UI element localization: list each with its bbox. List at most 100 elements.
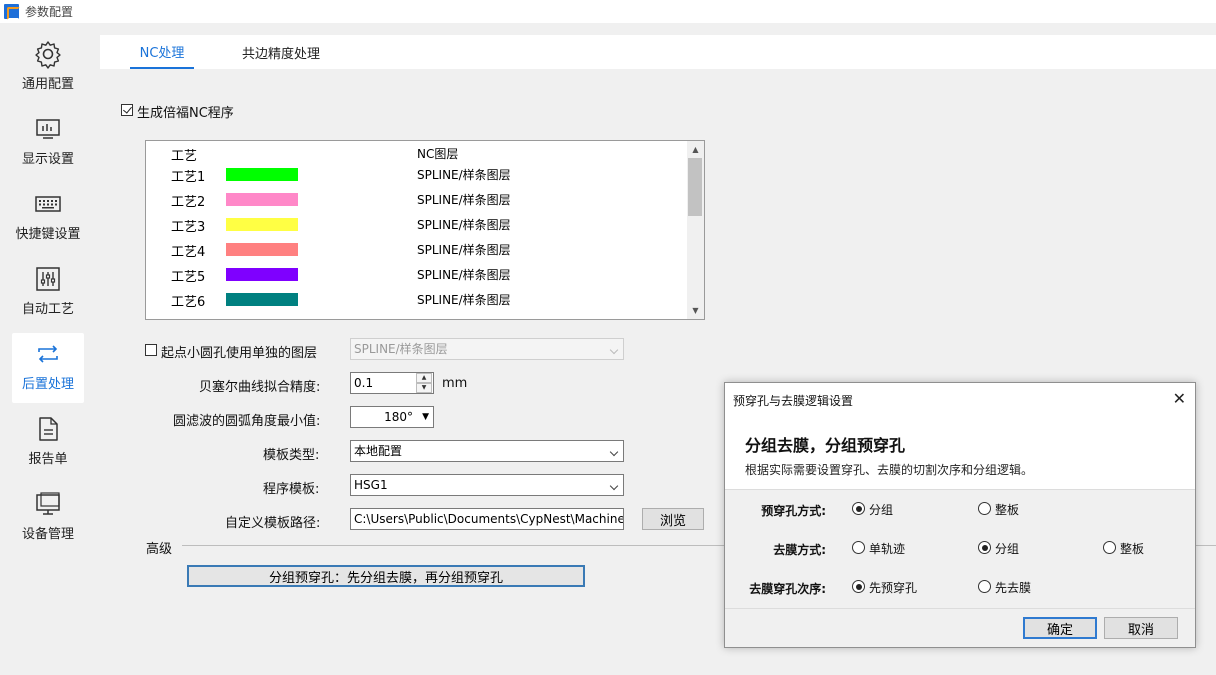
advanced-section-label: 高级 (146, 542, 173, 557)
program-template-select[interactable]: HSG1 (350, 474, 624, 496)
close-icon[interactable]: ✕ (1173, 389, 1186, 408)
bezier-precision-input[interactable]: 0.1 ▲ ▼ (350, 372, 434, 394)
multi-nc-checkbox[interactable] (121, 104, 133, 116)
dialog-title: 预穿孔与去膜逻辑设置 (733, 394, 854, 408)
stepper-down-icon[interactable]: ▼ (416, 383, 432, 393)
table-row[interactable]: 工艺6 SPLINE/样条图层 (146, 287, 686, 312)
process-name: 工艺3 (171, 220, 206, 235)
pierce-mode-label: 预穿孔方式: (761, 504, 826, 518)
arc-angle-value: 180° (384, 410, 413, 424)
process-name: 工艺6 (171, 295, 206, 310)
process-name: 工艺2 (171, 195, 206, 210)
small-hole-layer-checkbox[interactable] (145, 344, 157, 356)
arc-angle-label: 圆滤波的圆弧角度最小值: (173, 414, 321, 429)
tab-bar: NC处理 共边精度处理 (100, 35, 1216, 69)
sidebar-item-label: 显示设置 (21, 152, 74, 167)
process-list-scrollbar[interactable]: ▲ ▼ (687, 141, 704, 319)
process-color-swatch[interactable] (226, 293, 298, 306)
table-row[interactable]: 工艺4 SPLINE/样条图层 (146, 237, 686, 262)
dropdown-triangle-icon: ▼ (422, 412, 429, 422)
dialog-heading: 分组去膜，分组预穿孔 (745, 436, 906, 455)
small-hole-layer-select: SPLINE/样条图层 (350, 338, 624, 360)
pierce-mode-whole-radio[interactable] (978, 502, 991, 515)
process-color-swatch[interactable] (226, 243, 298, 256)
pierce-mode-group-radio[interactable] (852, 502, 865, 515)
dialog-subtitle: 根据实际需要设置穿孔、去膜的切割次序和分组逻辑。 (745, 463, 1034, 477)
desktop-icon (36, 492, 60, 515)
order-film-first-radio[interactable] (978, 580, 991, 593)
tab-common-edge-precision[interactable]: 共边精度处理 (236, 35, 326, 69)
film-pierce-order-label: 去膜穿孔次序: (749, 582, 826, 596)
table-row[interactable]: 工艺1 SPLINE/样条图层 (146, 162, 686, 187)
table-row[interactable]: 工艺3 SPLINE/样条图层 (146, 212, 686, 237)
sidebar-item-device[interactable]: 设备管理 (12, 483, 84, 553)
process-color-swatch[interactable] (226, 168, 298, 181)
process-color-swatch[interactable] (226, 218, 298, 231)
sidebar-item-display[interactable]: 显示设置 (12, 108, 84, 178)
process-name: 工艺4 (171, 245, 206, 260)
monitor-chart-icon (36, 119, 60, 139)
program-template-value: HSG1 (354, 478, 388, 492)
custom-template-path-input[interactable]: C:\Users\Public\Documents\CypNest\Machin… (350, 508, 624, 530)
film-mode-single-label: 单轨迹 (869, 542, 906, 556)
bezier-precision-value: 0.1 (354, 376, 374, 390)
process-layer: SPLINE/样条图层 (417, 268, 511, 282)
custom-template-path-label: 自定义模板路径: (225, 516, 321, 531)
sliders-icon (36, 267, 60, 291)
repeat-arrows-icon (38, 345, 58, 363)
dialog-footer: 确定 取消 (725, 608, 1195, 647)
template-type-select[interactable]: 本地配置 (350, 440, 624, 462)
ok-button[interactable]: 确定 (1023, 617, 1097, 639)
sidebar-item-label: 报告单 (28, 452, 68, 467)
dialog-header: 分组去膜，分组预穿孔 根据实际需要设置穿孔、去膜的切割次序和分组逻辑。 (725, 414, 1195, 490)
sidebar-item-label: 快捷键设置 (15, 227, 81, 242)
process-layer: SPLINE/样条图层 (417, 293, 511, 307)
multi-nc-label: 生成倍福NC程序 (137, 106, 234, 121)
scroll-down-icon[interactable]: ▼ (687, 302, 704, 319)
process-layer: SPLINE/样条图层 (417, 218, 511, 232)
film-mode-whole-radio[interactable] (1103, 541, 1116, 554)
sidebar-item-post-processing[interactable]: 后置处理 (12, 333, 84, 403)
table-row[interactable]: 工艺5 SPLINE/样条图层 (146, 262, 686, 287)
process-list[interactable]: 工艺 NC图层 工艺1 SPLINE/样条图层 工艺2 SPLINE/样条图层 … (145, 140, 705, 320)
template-type-value: 本地配置 (354, 444, 403, 458)
bezier-precision-stepper[interactable]: ▲ ▼ (416, 373, 433, 393)
order-pierce-first-label: 先预穿孔 (869, 581, 918, 595)
film-mode-single-radio[interactable] (852, 541, 865, 554)
window-titlebar: 参数配置 (0, 0, 1216, 23)
sidebar-item-auto-process[interactable]: 自动工艺 (12, 258, 84, 328)
sidebar-item-label: 通用配置 (21, 77, 74, 92)
film-mode-label: 去膜方式: (773, 543, 826, 557)
table-row[interactable]: 工艺2 SPLINE/样条图层 (146, 187, 686, 212)
chevron-down-icon (609, 447, 619, 457)
app-logo-icon (4, 4, 20, 20)
cancel-button[interactable]: 取消 (1104, 617, 1178, 639)
stepper-up-icon[interactable]: ▲ (416, 373, 432, 383)
tab-nc-processing[interactable]: NC处理 (130, 35, 194, 69)
process-color-swatch[interactable] (226, 268, 298, 281)
scrollbar-thumb[interactable] (688, 158, 702, 216)
order-pierce-first-radio[interactable] (852, 580, 865, 593)
browse-button[interactable]: 浏览 (642, 508, 704, 530)
sidebar: 通用配置 显示设置 快捷键设置 自动工艺 后置处理 报告单 设备管理 (0, 23, 100, 675)
process-name: 工艺5 (171, 270, 206, 285)
chevron-down-icon (609, 481, 619, 491)
film-mode-whole-label: 整板 (1120, 542, 1145, 556)
arc-angle-select[interactable]: 180° ▼ (350, 406, 434, 428)
document-icon (39, 417, 58, 441)
sidebar-item-label: 自动工艺 (21, 302, 74, 317)
custom-template-path-value: C:\Users\Public\Documents\CypNest\Machin… (354, 512, 624, 526)
sidebar-item-label: 设备管理 (21, 527, 74, 542)
window-title: 参数配置 (25, 5, 74, 19)
sidebar-item-shortcuts[interactable]: 快捷键设置 (12, 183, 84, 253)
group-pierce-settings-button[interactable]: 分组预穿孔：先分组去膜，再分组预穿孔 (187, 565, 585, 587)
film-mode-group-radio[interactable] (978, 541, 991, 554)
scroll-up-icon[interactable]: ▲ (687, 141, 704, 158)
sidebar-item-report[interactable]: 报告单 (12, 408, 84, 478)
sidebar-item-general[interactable]: 通用配置 (12, 33, 84, 103)
bezier-precision-label: 贝塞尔曲线拟合精度: (199, 380, 321, 395)
pierce-mode-group-label: 分组 (869, 503, 894, 517)
process-layer: SPLINE/样条图层 (417, 168, 511, 182)
chevron-down-icon (609, 345, 619, 355)
process-color-swatch[interactable] (226, 193, 298, 206)
